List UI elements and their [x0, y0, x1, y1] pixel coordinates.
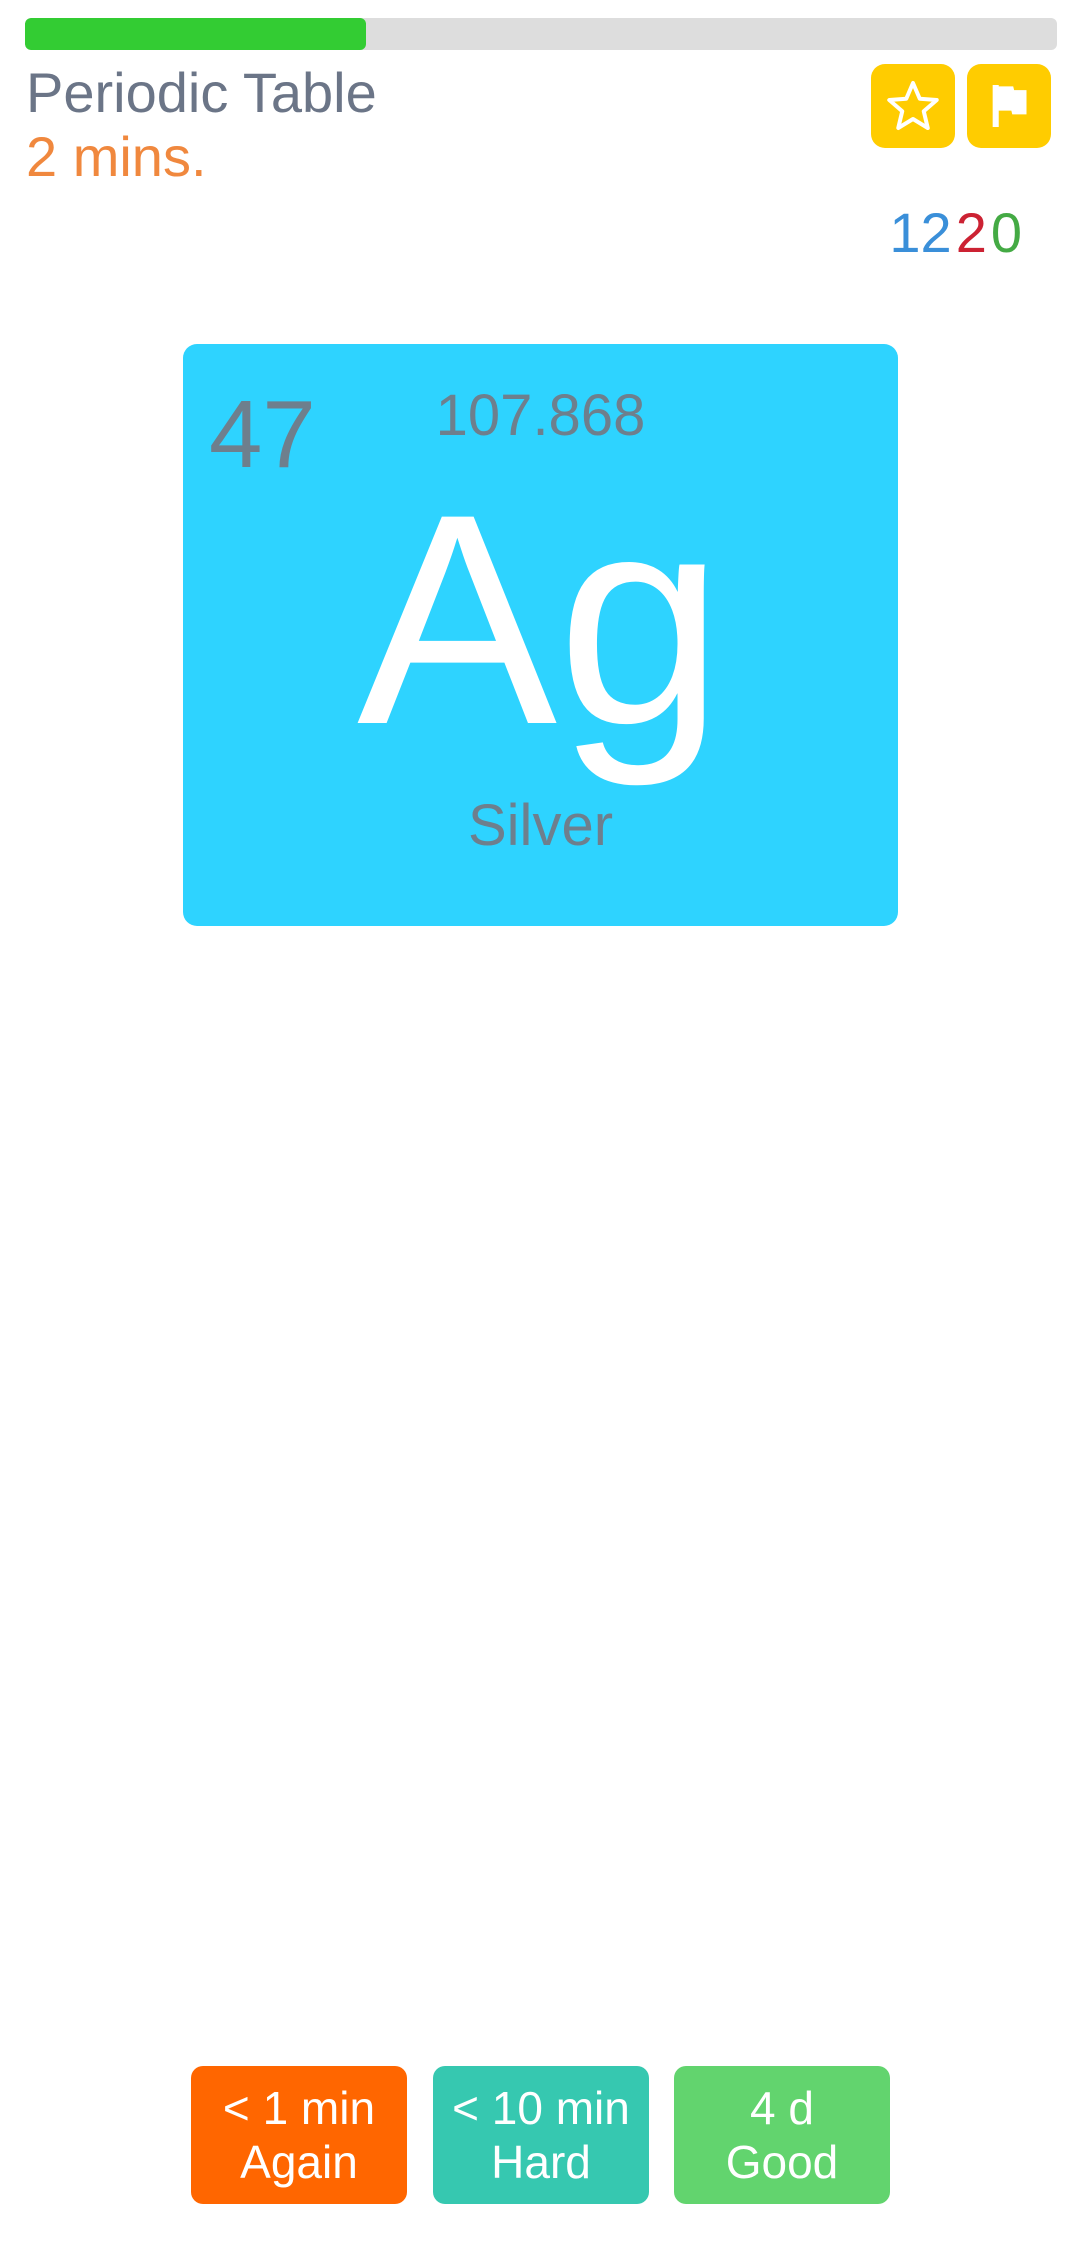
again-button[interactable]: < 1 min Again — [191, 2066, 407, 2204]
hard-button[interactable]: < 10 min Hard — [433, 2066, 649, 2204]
good-label: Good — [725, 2136, 839, 2188]
study-progress-bar — [25, 18, 1057, 50]
good-interval: 4 d — [750, 2082, 814, 2134]
mark-button[interactable] — [871, 64, 955, 148]
again-label: Again — [240, 2136, 358, 2188]
flag-button[interactable] — [967, 64, 1051, 148]
element-card: 47 107.868 Ag Silver — [183, 344, 898, 926]
card-counts: 1220 — [889, 200, 1022, 265]
elapsed-time: 2 mins. — [26, 125, 207, 188]
good-button[interactable]: 4 d Good — [674, 2066, 890, 2204]
star-outline-icon — [887, 81, 939, 130]
element-symbol: Ag — [357, 451, 724, 787]
atomic-mass: 107.868 — [435, 383, 646, 448]
learning-count: 2 — [955, 201, 987, 264]
hard-label: Hard — [491, 2136, 591, 2188]
new-count: 12 — [889, 201, 952, 264]
hard-interval: < 10 min — [452, 2082, 630, 2134]
deck-title: Periodic Table — [26, 61, 377, 124]
element-name: Silver — [467, 793, 614, 858]
study-progress-fill — [25, 18, 366, 50]
review-screen: Periodic Table 2 mins. 1220 47 107.868 A… — [0, 0, 1077, 2250]
flag-icon — [992, 85, 1027, 127]
again-interval: < 1 min — [222, 2082, 376, 2134]
review-count: 0 — [990, 201, 1022, 264]
